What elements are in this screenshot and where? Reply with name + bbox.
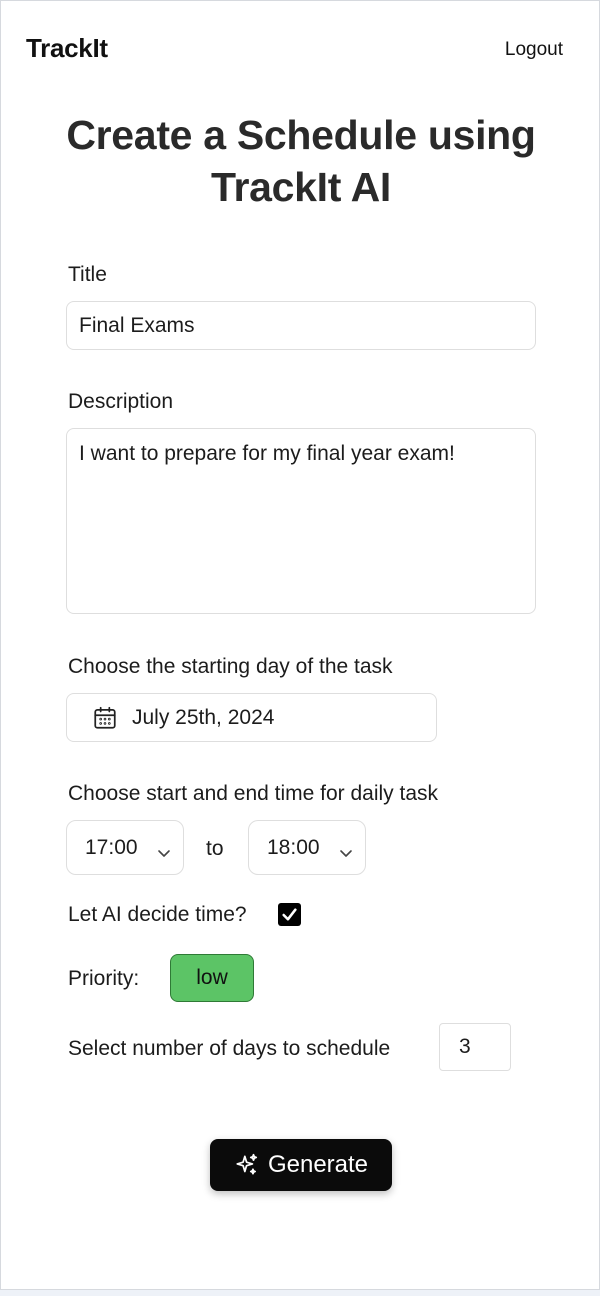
priority-button[interactable]: low: [170, 954, 254, 1002]
description-textarea[interactable]: I want to prepare for my final year exam…: [66, 428, 536, 614]
page-title: Create a Schedule using TrackIt AI: [66, 112, 536, 210]
title-label: Title: [68, 263, 107, 286]
ai-decide-label: Let AI decide time?: [68, 903, 247, 926]
app-frame: TrackIt Logout Create a Schedule using T…: [0, 0, 600, 1290]
days-number-input[interactable]: 3: [439, 1023, 511, 1071]
start-time-select[interactable]: 17:00: [66, 820, 184, 875]
chevron-down-icon: [157, 842, 171, 857]
start-day-label: Choose the starting day of the task: [68, 655, 393, 678]
end-time-select[interactable]: 18:00: [248, 820, 366, 875]
calendar-icon: [92, 705, 118, 731]
generate-button[interactable]: Generate: [210, 1139, 392, 1191]
checkmark-icon: [281, 906, 298, 923]
brand-logo[interactable]: TrackIt: [26, 33, 108, 64]
date-picker-button[interactable]: July 25th, 2024: [66, 693, 437, 742]
generate-label: Generate: [267, 1151, 369, 1178]
chevron-down-icon: [339, 842, 353, 857]
end-time-value: 18:00: [267, 835, 320, 859]
sparkles-icon: [234, 1152, 260, 1178]
start-day-value: July 25th, 2024: [132, 705, 275, 729]
ai-decide-checkbox[interactable]: [278, 903, 301, 926]
priority-label: Priority:: [68, 967, 140, 990]
start-time-value: 17:00: [85, 835, 138, 859]
title-input[interactable]: Final Exams: [66, 301, 536, 350]
time-label: Choose start and end time for daily task: [68, 782, 439, 805]
time-separator-label: to: [206, 837, 224, 860]
logout-link[interactable]: Logout: [505, 39, 563, 61]
days-label: Select number of days to schedule: [68, 1037, 391, 1060]
description-label: Description: [68, 390, 174, 413]
